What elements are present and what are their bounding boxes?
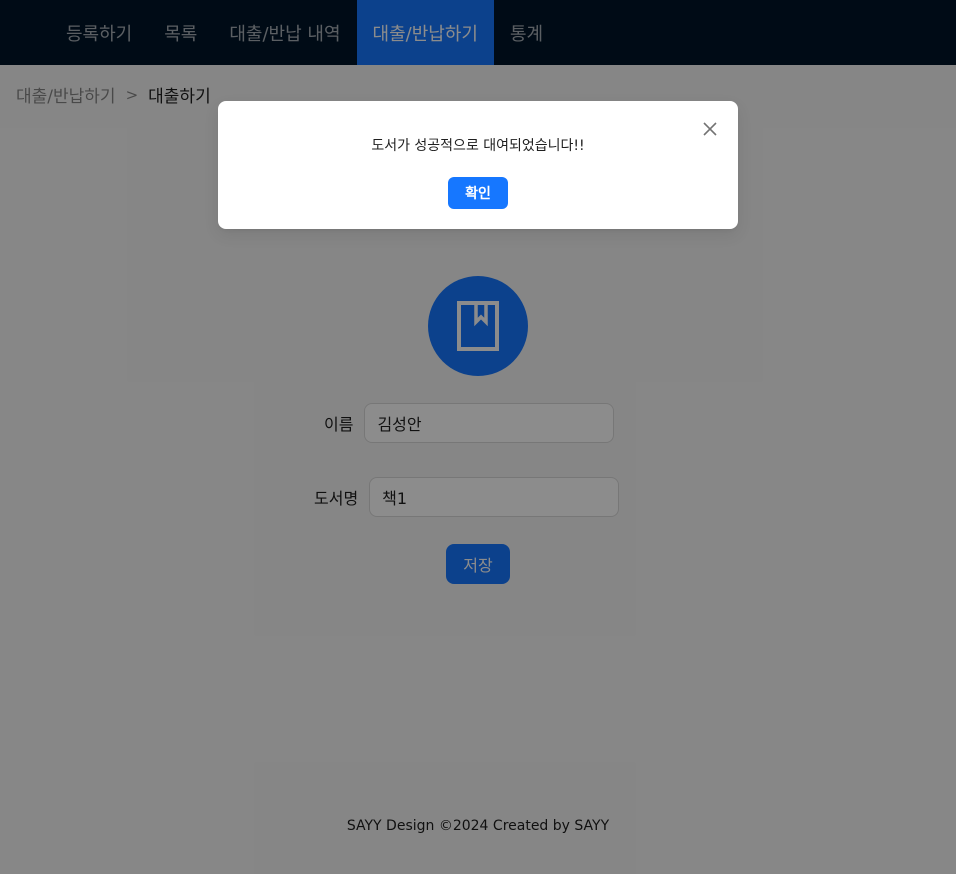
close-icon [703, 122, 717, 136]
success-modal: 도서가 성공적으로 대여되었습니다!! 확인 [218, 101, 738, 229]
modal-message: 도서가 성공적으로 대여되었습니다!! [371, 138, 585, 154]
modal-ok-button[interactable]: 확인 [448, 177, 508, 209]
